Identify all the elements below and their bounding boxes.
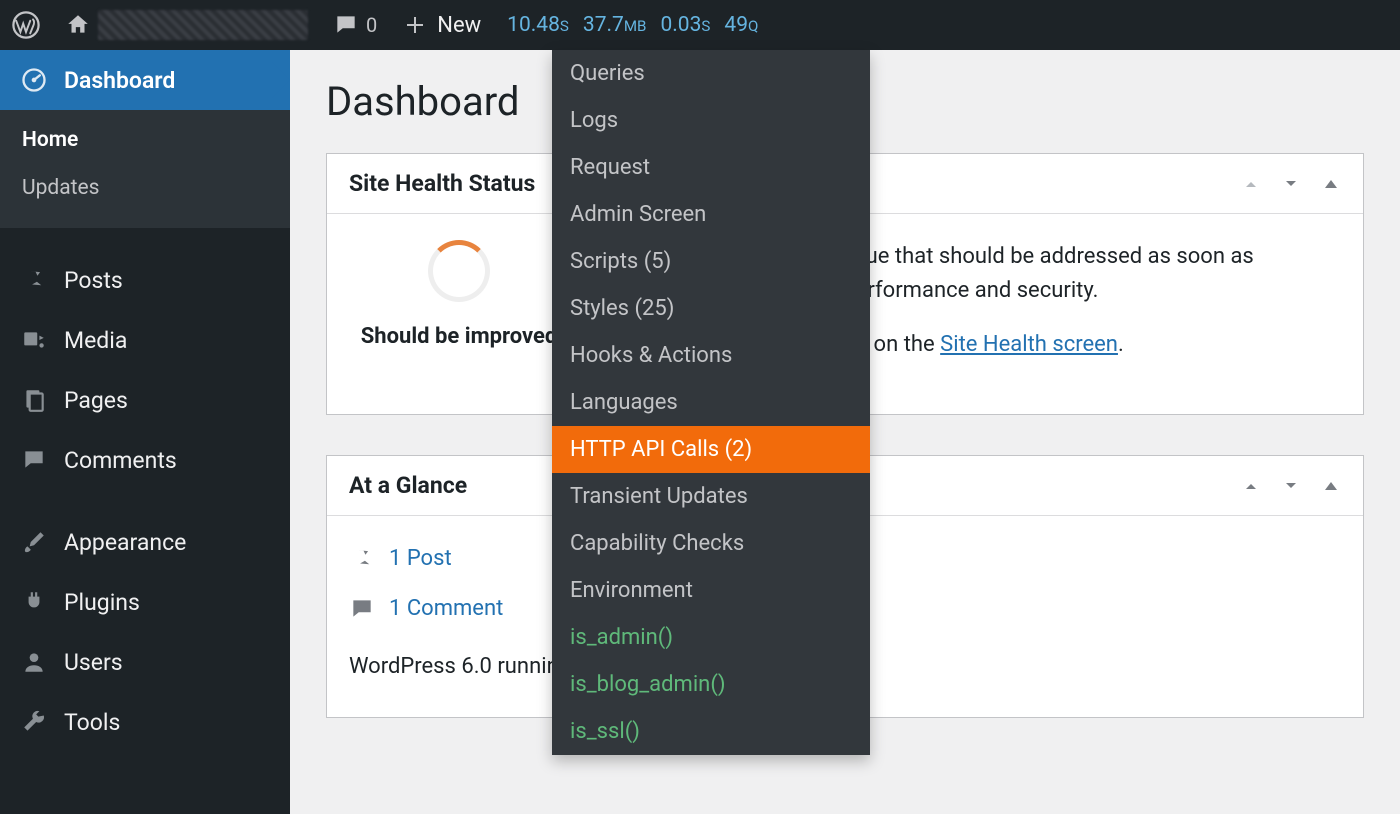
dropdown-item[interactable]: is_admin() [552, 614, 870, 661]
dropdown-item[interactable]: Queries [552, 50, 870, 97]
dashboard-icon [20, 66, 48, 94]
health-status-label: Should be improved [349, 320, 569, 354]
wrench-icon [20, 708, 48, 736]
menu-label: Appearance [64, 529, 186, 556]
dropdown-item[interactable]: Languages [552, 379, 870, 426]
pushpin-icon [20, 266, 48, 294]
dropdown-item[interactable]: is_blog_admin() [552, 661, 870, 708]
comments-count: 0 [366, 13, 377, 37]
comments-link[interactable]: 1 Comment [389, 592, 503, 626]
query-monitor-dropdown: QueriesLogsRequestAdmin ScreenScripts (5… [552, 50, 870, 755]
brush-icon [20, 528, 48, 556]
menu-item-comments[interactable]: Comments [0, 430, 290, 490]
comments-link[interactable]: 0 [320, 0, 389, 50]
dropdown-item[interactable]: is_ssl() [552, 708, 870, 755]
chevron-down-icon[interactable] [1281, 476, 1301, 496]
admin-bar: 0 New 10.48S 37.7MB 0.03S 49Q [0, 0, 1400, 50]
wordpress-logo[interactable] [0, 0, 52, 50]
admin-side-menu: Dashboard Home Updates Posts Media Pages… [0, 50, 290, 814]
menu-label: Tools [64, 709, 120, 736]
new-content-link[interactable]: New [389, 0, 493, 50]
menu-item-appearance[interactable]: Appearance [0, 512, 290, 572]
pushpin-icon [349, 546, 375, 572]
comment-icon [349, 596, 375, 622]
menu-label: Comments [64, 447, 177, 474]
menu-label: Media [64, 327, 127, 354]
menu-label: Pages [64, 387, 128, 414]
home-icon [64, 11, 92, 39]
comment-icon [20, 446, 48, 474]
wordpress-icon [12, 11, 40, 39]
plug-icon [20, 588, 48, 616]
dropdown-item[interactable]: Environment [552, 567, 870, 614]
menu-item-users[interactable]: Users [0, 632, 290, 692]
submenu-updates[interactable]: Updates [0, 164, 290, 212]
submenu-home[interactable]: Home [0, 116, 290, 164]
qm-time: 10.48S [507, 13, 569, 37]
menu-label: Plugins [64, 589, 140, 616]
triangle-up-icon[interactable] [1321, 174, 1341, 194]
panel-controls [1241, 476, 1341, 496]
health-status-indicator: Should be improved [349, 240, 569, 354]
dropdown-item[interactable]: Transient Updates [552, 473, 870, 520]
qm-memory: 37.7MB [583, 13, 647, 37]
dropdown-item[interactable]: Admin Screen [552, 191, 870, 238]
triangle-up-icon[interactable] [1321, 476, 1341, 496]
menu-item-plugins[interactable]: Plugins [0, 572, 290, 632]
panel-title: At a Glance [349, 472, 467, 499]
menu-item-dashboard[interactable]: Dashboard [0, 50, 290, 110]
dropdown-item[interactable]: Capability Checks [552, 520, 870, 567]
chevron-up-icon[interactable] [1241, 174, 1261, 194]
dashboard-submenu: Home Updates [0, 110, 290, 228]
posts-link[interactable]: 1 Post [389, 542, 452, 576]
chevron-down-icon[interactable] [1281, 174, 1301, 194]
progress-ring-icon [428, 240, 490, 302]
panel-controls [1241, 174, 1341, 194]
pages-icon [20, 386, 48, 414]
menu-label: Users [64, 649, 123, 676]
menu-item-tools[interactable]: Tools [0, 692, 290, 752]
dropdown-item[interactable]: HTTP API Calls (2) [552, 426, 870, 473]
comment-icon [332, 11, 360, 39]
chevron-up-icon[interactable] [1241, 476, 1261, 496]
new-label: New [437, 13, 481, 38]
site-home-link[interactable] [52, 0, 320, 50]
qm-queries: 49Q [724, 13, 758, 37]
dropdown-item[interactable]: Hooks & Actions [552, 332, 870, 379]
menu-item-posts[interactable]: Posts [0, 250, 290, 310]
menu-label: Posts [64, 267, 123, 294]
qm-db-time: 0.03S [660, 13, 710, 37]
dropdown-item[interactable]: Logs [552, 97, 870, 144]
user-icon [20, 648, 48, 676]
menu-item-media[interactable]: Media [0, 310, 290, 370]
panel-title: Site Health Status [349, 170, 535, 197]
query-monitor-stats[interactable]: 10.48S 37.7MB 0.03S 49Q [493, 13, 772, 37]
menu-label: Dashboard [64, 67, 175, 94]
site-health-link[interactable]: Site Health screen [940, 332, 1118, 357]
dropdown-item[interactable]: Scripts (5) [552, 238, 870, 285]
site-title-blurred [98, 10, 308, 40]
media-icon [20, 326, 48, 354]
dropdown-item[interactable]: Request [552, 144, 870, 191]
dropdown-item[interactable]: Styles (25) [552, 285, 870, 332]
plus-icon [401, 11, 429, 39]
menu-item-pages[interactable]: Pages [0, 370, 290, 430]
